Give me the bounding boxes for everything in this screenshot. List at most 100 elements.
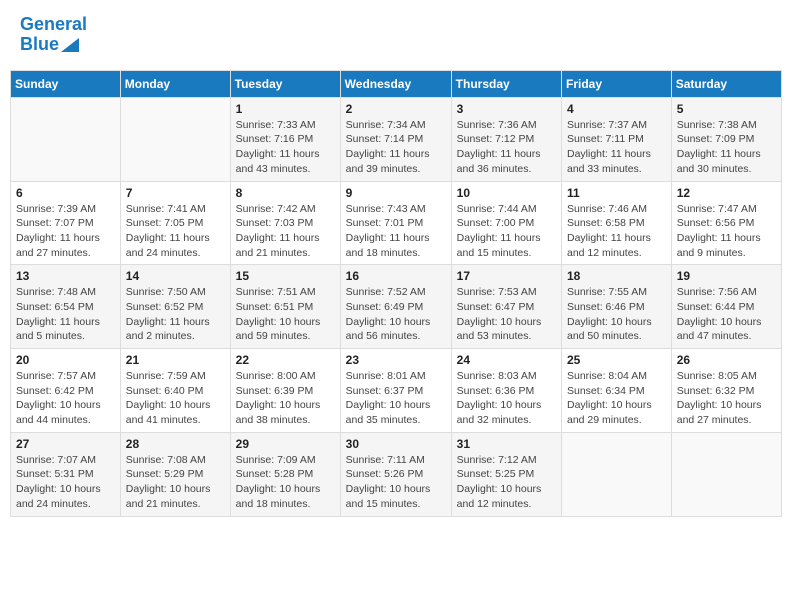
- day-number: 2: [346, 102, 446, 116]
- calendar-week-2: 6 Sunrise: 7:39 AM Sunset: 7:07 PM Daylig…: [11, 181, 782, 265]
- day-number: 28: [126, 437, 225, 451]
- calendar-cell: 16Sunrise: 7:52 AM Sunset: 6:49 PM Dayli…: [340, 265, 451, 349]
- calendar-cell: 29 Sunrise: 7:09 AM Sunset: 5:28 PM Dayli…: [230, 432, 340, 516]
- day-number: 12: [677, 186, 776, 200]
- calendar-cell: 18 Sunrise: 7:55 AM Sunset: 6:46 PM Dayli…: [562, 265, 672, 349]
- day-number: 21: [126, 353, 225, 367]
- weekday-header-saturday: Saturday: [671, 70, 781, 97]
- day-info: Sunrise: 7:34 AM Sunset: 7:14 PM Dayligh…: [346, 118, 446, 177]
- day-number: 27: [16, 437, 115, 451]
- weekday-header-monday: Monday: [120, 70, 230, 97]
- day-number: 22: [236, 353, 335, 367]
- calendar-cell: 30Sunrise: 7:11 AM Sunset: 5:26 PM Dayli…: [340, 432, 451, 516]
- day-info: Sunrise: 7:09 AM Sunset: 5:28 PM Dayligh…: [236, 453, 335, 512]
- calendar-cell: 28 Sunrise: 7:08 AM Sunset: 5:29 PM Dayli…: [120, 432, 230, 516]
- day-info: Sunrise: 7:48 AM Sunset: 6:54 PM Dayligh…: [16, 285, 115, 344]
- calendar-cell: 11 Sunrise: 7:46 AM Sunset: 6:58 PM Dayli…: [562, 181, 672, 265]
- day-number: 23: [346, 353, 446, 367]
- calendar-cell: [562, 432, 672, 516]
- day-info: Sunrise: 7:52 AM Sunset: 6:49 PM Dayligh…: [346, 285, 446, 344]
- day-info: Sunrise: 7:56 AM Sunset: 6:44 PM Dayligh…: [677, 285, 776, 344]
- weekday-header-tuesday: Tuesday: [230, 70, 340, 97]
- calendar-cell: [120, 97, 230, 181]
- day-number: 29: [236, 437, 335, 451]
- day-number: 8: [236, 186, 335, 200]
- calendar-week-5: 27 Sunrise: 7:07 AM Sunset: 5:31 PM Dayli…: [11, 432, 782, 516]
- calendar-cell: 19 Sunrise: 7:56 AM Sunset: 6:44 PM Dayli…: [671, 265, 781, 349]
- logo-text: General: [20, 14, 87, 34]
- day-info: Sunrise: 7:55 AM Sunset: 6:46 PM Dayligh…: [567, 285, 666, 344]
- day-info: Sunrise: 7:53 AM Sunset: 6:47 PM Dayligh…: [457, 285, 556, 344]
- day-info: Sunrise: 7:57 AM Sunset: 6:42 PM Dayligh…: [16, 369, 115, 428]
- day-number: 26: [677, 353, 776, 367]
- calendar-cell: 15 Sunrise: 7:51 AM Sunset: 6:51 PM Dayli…: [230, 265, 340, 349]
- calendar-cell: [11, 97, 121, 181]
- calendar-cell: 13 Sunrise: 7:48 AM Sunset: 6:54 PM Dayli…: [11, 265, 121, 349]
- weekday-header-wednesday: Wednesday: [340, 70, 451, 97]
- calendar-cell: 23 Sunrise: 8:01 AM Sunset: 6:37 PM Dayli…: [340, 349, 451, 433]
- day-info: Sunrise: 7:07 AM Sunset: 5:31 PM Dayligh…: [16, 453, 115, 512]
- calendar-cell: 22 Sunrise: 8:00 AM Sunset: 6:39 PM Dayli…: [230, 349, 340, 433]
- day-number: 30: [346, 437, 446, 451]
- day-info: Sunrise: 7:36 AM Sunset: 7:12 PM Dayligh…: [457, 118, 556, 177]
- day-info: Sunrise: 7:08 AM Sunset: 5:29 PM Dayligh…: [126, 453, 225, 512]
- day-info: Sunrise: 8:00 AM Sunset: 6:39 PM Dayligh…: [236, 369, 335, 428]
- day-number: 14: [126, 269, 225, 283]
- calendar-cell: 2 Sunrise: 7:34 AM Sunset: 7:14 PM Daylig…: [340, 97, 451, 181]
- calendar-cell: 1 Sunrise: 7:33 AM Sunset: 7:16 PM Daylig…: [230, 97, 340, 181]
- calendar-cell: 7 Sunrise: 7:41 AM Sunset: 7:05 PM Daylig…: [120, 181, 230, 265]
- logo-arrow-icon: [61, 38, 79, 52]
- day-info: Sunrise: 8:04 AM Sunset: 6:34 PM Dayligh…: [567, 369, 666, 428]
- day-info: Sunrise: 7:33 AM Sunset: 7:16 PM Dayligh…: [236, 118, 335, 177]
- calendar-cell: 17 Sunrise: 7:53 AM Sunset: 6:47 PM Dayli…: [451, 265, 561, 349]
- day-number: 7: [126, 186, 225, 200]
- calendar-cell: 21 Sunrise: 7:59 AM Sunset: 6:40 PM Dayli…: [120, 349, 230, 433]
- day-number: 3: [457, 102, 556, 116]
- day-number: 24: [457, 353, 556, 367]
- day-info: Sunrise: 7:59 AM Sunset: 6:40 PM Dayligh…: [126, 369, 225, 428]
- logo-blue-text: Blue: [20, 35, 59, 55]
- day-info: Sunrise: 7:46 AM Sunset: 6:58 PM Dayligh…: [567, 202, 666, 261]
- weekday-header-sunday: Sunday: [11, 70, 121, 97]
- calendar-cell: 6 Sunrise: 7:39 AM Sunset: 7:07 PM Daylig…: [11, 181, 121, 265]
- calendar-cell: 20 Sunrise: 7:57 AM Sunset: 6:42 PM Dayli…: [11, 349, 121, 433]
- calendar-cell: 24Sunrise: 8:03 AM Sunset: 6:36 PM Dayli…: [451, 349, 561, 433]
- day-info: Sunrise: 7:43 AM Sunset: 7:01 PM Dayligh…: [346, 202, 446, 261]
- calendar-week-3: 13 Sunrise: 7:48 AM Sunset: 6:54 PM Dayli…: [11, 265, 782, 349]
- calendar-cell: 8Sunrise: 7:42 AM Sunset: 7:03 PM Daylig…: [230, 181, 340, 265]
- day-number: 4: [567, 102, 666, 116]
- calendar-cell: 9 Sunrise: 7:43 AM Sunset: 7:01 PM Daylig…: [340, 181, 451, 265]
- day-info: Sunrise: 8:05 AM Sunset: 6:32 PM Dayligh…: [677, 369, 776, 428]
- day-number: 1: [236, 102, 335, 116]
- day-number: 20: [16, 353, 115, 367]
- day-number: 13: [16, 269, 115, 283]
- day-number: 10: [457, 186, 556, 200]
- day-number: 18: [567, 269, 666, 283]
- day-info: Sunrise: 7:39 AM Sunset: 7:07 PM Dayligh…: [16, 202, 115, 261]
- day-number: 9: [346, 186, 446, 200]
- day-info: Sunrise: 8:01 AM Sunset: 6:37 PM Dayligh…: [346, 369, 446, 428]
- calendar-cell: 12 Sunrise: 7:47 AM Sunset: 6:56 PM Dayli…: [671, 181, 781, 265]
- page-header: General Blue: [10, 10, 782, 60]
- calendar-header-row: SundayMondayTuesdayWednesdayThursdayFrid…: [11, 70, 782, 97]
- calendar-cell: 31Sunrise: 7:12 AM Sunset: 5:25 PM Dayli…: [451, 432, 561, 516]
- day-info: Sunrise: 7:38 AM Sunset: 7:09 PM Dayligh…: [677, 118, 776, 177]
- day-info: Sunrise: 7:12 AM Sunset: 5:25 PM Dayligh…: [457, 453, 556, 512]
- day-number: 15: [236, 269, 335, 283]
- day-info: Sunrise: 7:47 AM Sunset: 6:56 PM Dayligh…: [677, 202, 776, 261]
- day-number: 17: [457, 269, 556, 283]
- day-number: 11: [567, 186, 666, 200]
- calendar-cell: 10 Sunrise: 7:44 AM Sunset: 7:00 PM Dayli…: [451, 181, 561, 265]
- weekday-header-friday: Friday: [562, 70, 672, 97]
- day-info: Sunrise: 7:41 AM Sunset: 7:05 PM Dayligh…: [126, 202, 225, 261]
- day-number: 5: [677, 102, 776, 116]
- calendar-cell: 5 Sunrise: 7:38 AM Sunset: 7:09 PM Daylig…: [671, 97, 781, 181]
- day-number: 6: [16, 186, 115, 200]
- calendar-cell: 27 Sunrise: 7:07 AM Sunset: 5:31 PM Dayli…: [11, 432, 121, 516]
- day-info: Sunrise: 7:51 AM Sunset: 6:51 PM Dayligh…: [236, 285, 335, 344]
- day-number: 19: [677, 269, 776, 283]
- day-info: Sunrise: 7:50 AM Sunset: 6:52 PM Dayligh…: [126, 285, 225, 344]
- day-info: Sunrise: 7:44 AM Sunset: 7:00 PM Dayligh…: [457, 202, 556, 261]
- calendar-table: SundayMondayTuesdayWednesdayThursdayFrid…: [10, 70, 782, 517]
- calendar-cell: 25Sunrise: 8:04 AM Sunset: 6:34 PM Dayli…: [562, 349, 672, 433]
